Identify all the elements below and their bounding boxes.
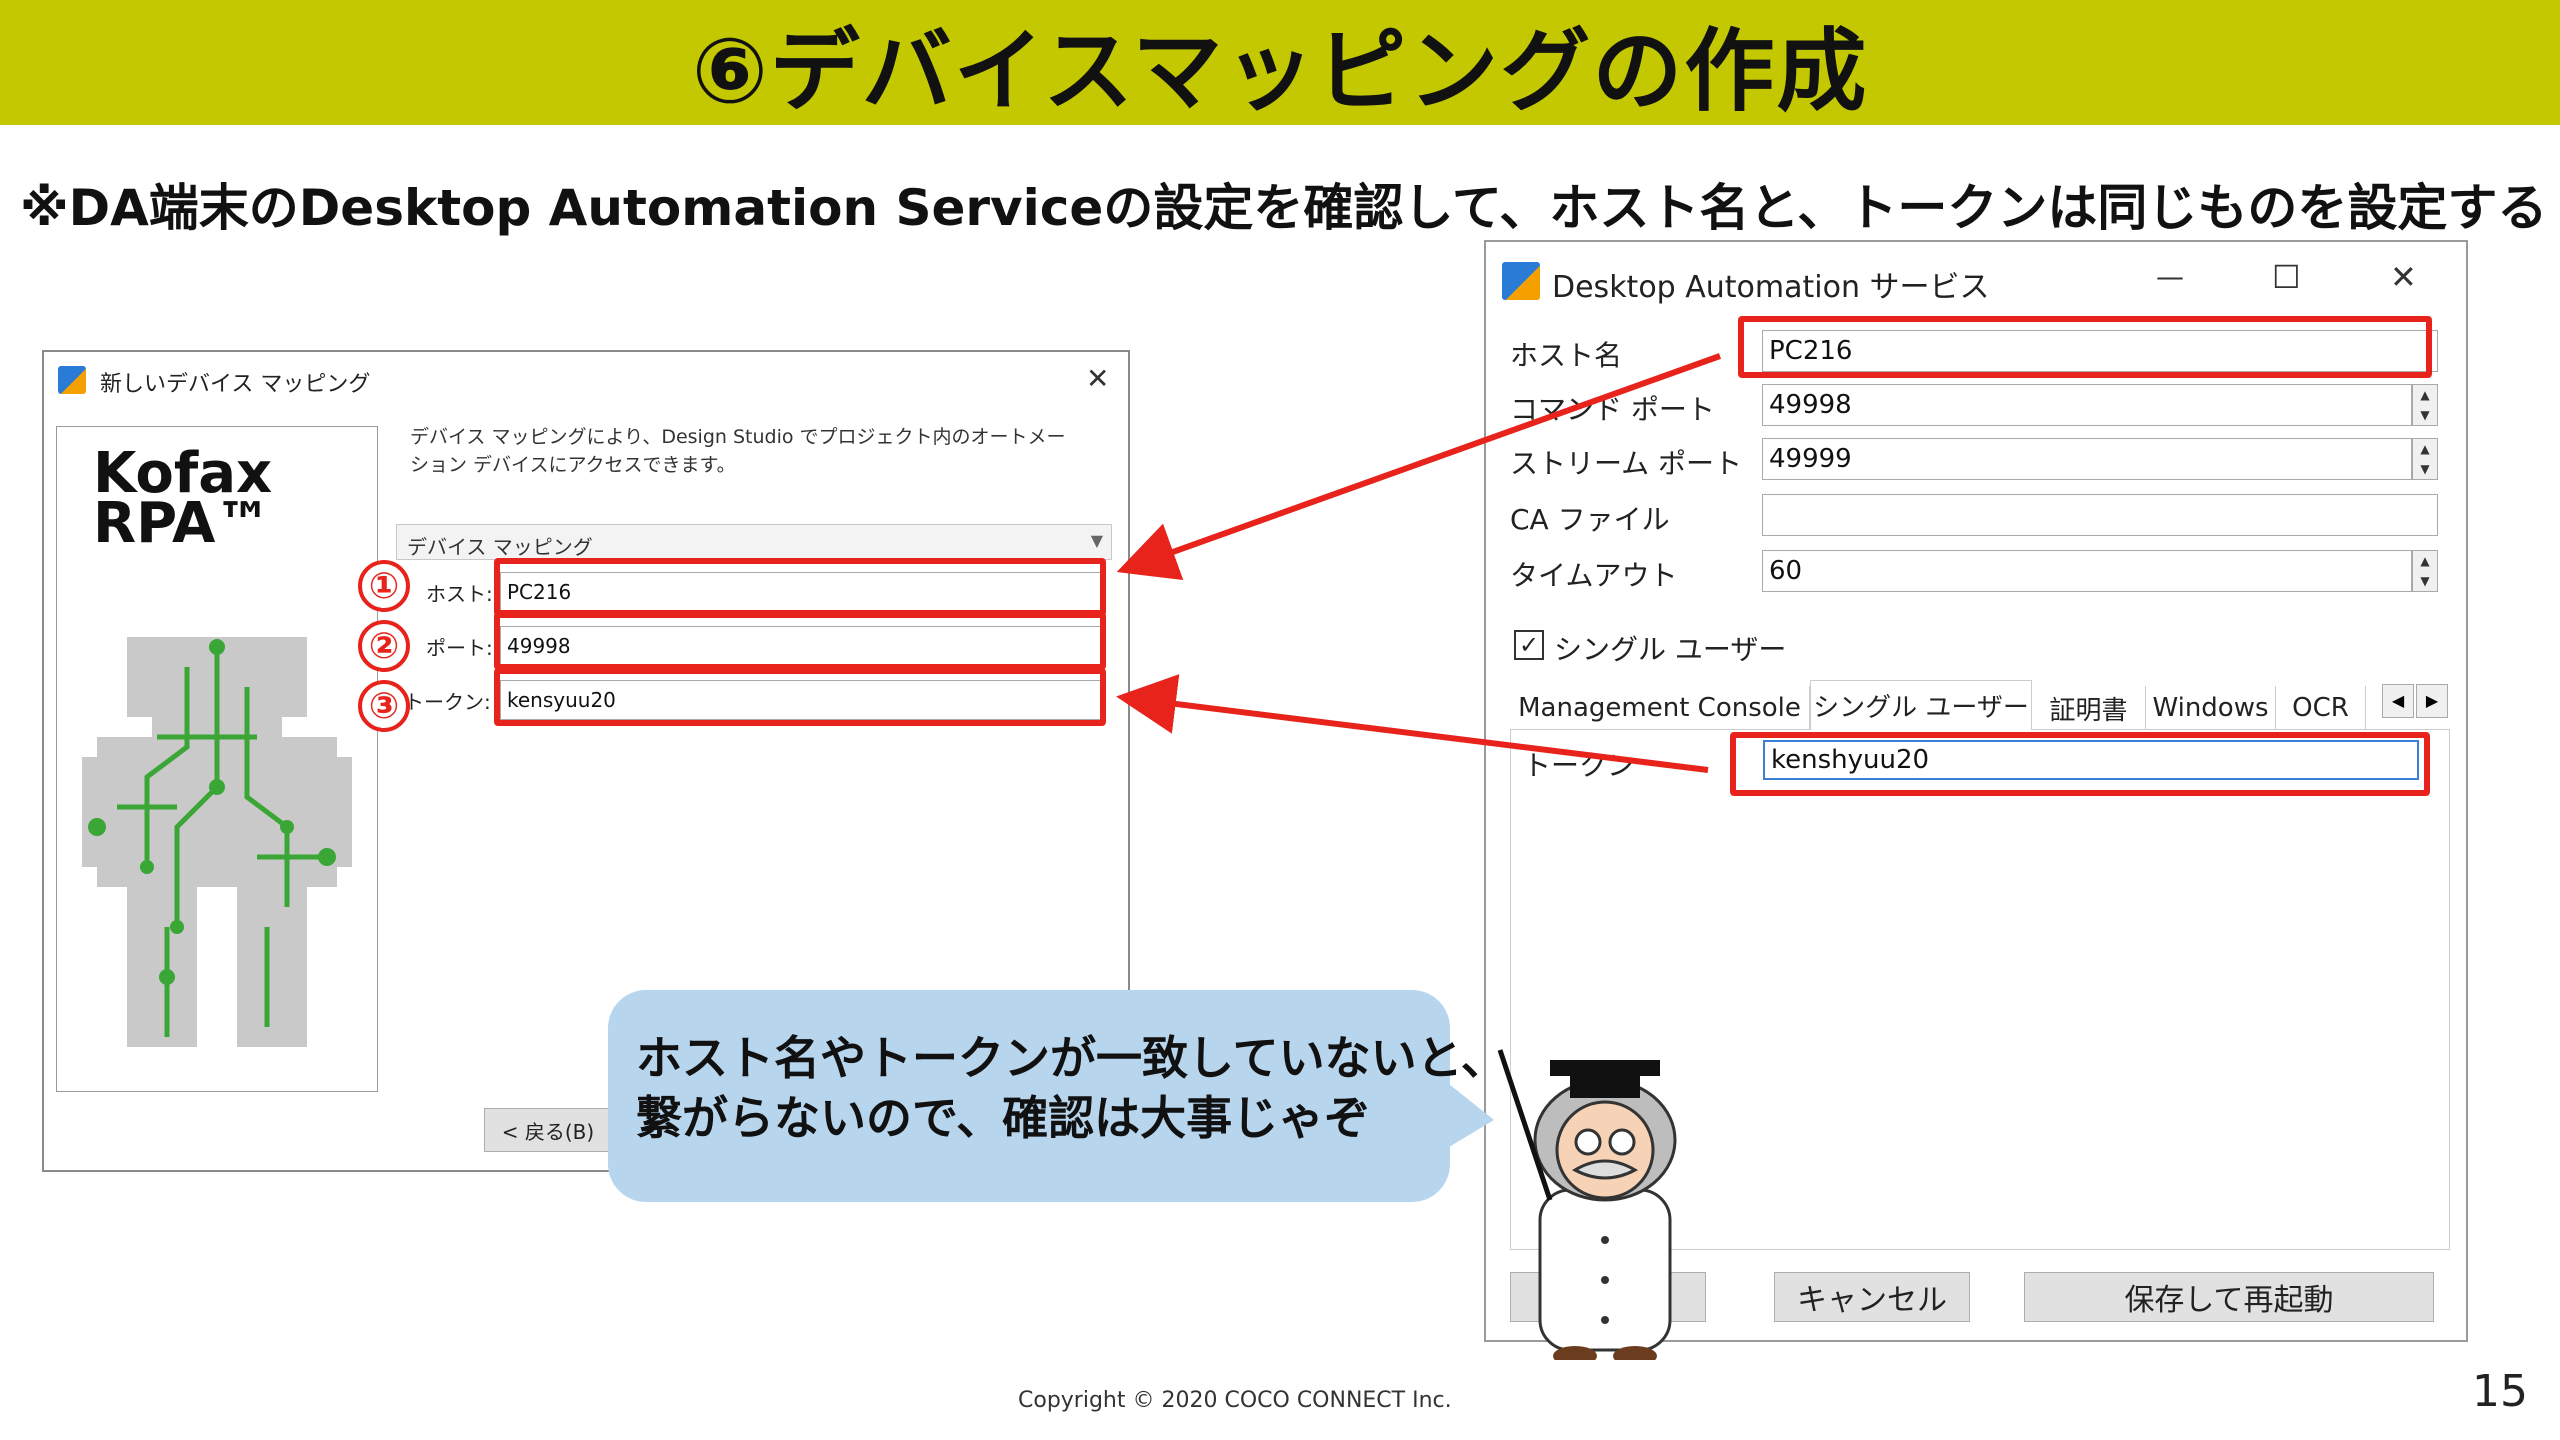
single-user-checkbox-label: シングル ユーザー — [1554, 633, 1787, 666]
step-number-2: ② — [358, 620, 410, 672]
tab-windows[interactable]: Windows — [2146, 686, 2276, 730]
dialog-description-line2: ション デバイスにアクセスできます。 — [410, 454, 736, 476]
highlight-token-right — [1730, 732, 2430, 796]
dialog-title: 新しいデバイス マッピング — [100, 372, 371, 397]
dialog-description-line1: デバイス マッピングにより、Design Studio でプロジェクト内のオート… — [410, 426, 1066, 448]
close-icon[interactable]: ✕ — [1086, 362, 1109, 395]
device-mapping-dropdown[interactable]: デバイス マッピング ▼ — [396, 524, 1112, 560]
slide-subtitle: ※DA端末のDesktop Automation Serviceの設定を確認して… — [20, 179, 2548, 237]
step-number-3: ③ — [358, 680, 410, 732]
command-port-spinner[interactable]: ▲ ▼ — [2412, 384, 2438, 426]
robot-illustration — [82, 637, 352, 1047]
copyright: Copyright © 2020 COCO CONNECT Inc. — [1018, 1388, 1452, 1413]
stream-port-input[interactable]: 49999 — [1762, 438, 2412, 480]
single-user-checkbox[interactable]: ✓ — [1514, 630, 1544, 660]
tab-certificate[interactable]: 証明書 — [2032, 686, 2146, 730]
save-and-restart-button[interactable]: 保存して再起動 — [2024, 1272, 2434, 1322]
bubble-line1: ホスト名やトークンが一致していないと、 — [636, 1031, 1507, 1085]
step-number-1: ① — [358, 560, 410, 612]
maximize-icon[interactable]: ☐ — [2272, 258, 2301, 296]
port-label: ポート: — [426, 636, 493, 660]
ca-file-input[interactable] — [1762, 494, 2438, 536]
host-label: ホスト: — [426, 582, 493, 606]
highlight-host-right — [1738, 316, 2432, 378]
token-label: トークン: — [404, 690, 491, 714]
tab-management-console[interactable]: Management Console — [1510, 686, 1810, 730]
slide: ⑥デバイスマッピングの作成 ※DA端末のDesktop Automation S… — [0, 0, 2560, 1440]
tab-strip: Management Console シングル ユーザー 証明書 Windows… — [1510, 680, 2450, 730]
tab-single-user[interactable]: シングル ユーザー — [1810, 680, 2032, 730]
dropdown-label: デバイス マッピング — [407, 535, 593, 559]
chevron-left-icon[interactable]: ◀ — [2382, 684, 2414, 718]
command-port-label: コマンド ポート — [1510, 393, 1715, 426]
highlight-host-left — [494, 558, 1106, 616]
stream-port-spinner[interactable]: ▲ ▼ — [2412, 438, 2438, 480]
timeout-spinner[interactable]: ▲ ▼ — [2412, 550, 2438, 592]
bubble-text: ホスト名やトークンが一致していないと、 繋がらないので、確認は大事じゃぞ — [636, 1028, 1507, 1148]
host-name-label: ホスト名 — [1510, 339, 1623, 372]
cancel-button[interactable]: キャンセル — [1774, 1272, 1970, 1322]
back-button[interactable]: < 戻る(B) — [484, 1108, 612, 1152]
rpa-logo-text: RPA™ — [93, 491, 272, 556]
highlight-port-left — [494, 612, 1106, 670]
app-icon — [1502, 262, 1540, 300]
header-band: ⑥デバイスマッピングの作成 — [0, 0, 2560, 125]
token-label: トークン — [1523, 749, 1636, 782]
professor-illustration — [1497, 1049, 1677, 1360]
ca-file-label: CA ファイル — [1510, 503, 1670, 536]
stream-port-label: ストリーム ポート — [1510, 447, 1743, 480]
highlight-token-left — [494, 668, 1106, 726]
command-port-input[interactable]: 49998 — [1762, 384, 2412, 426]
bubble-line2: 繋がらないので、確認は大事じゃぞ — [636, 1091, 1371, 1145]
close-icon[interactable]: ✕ — [2390, 258, 2417, 296]
logo-panel: Kofax RPA™ — [56, 426, 378, 1092]
chevron-down-icon: ▼ — [1090, 531, 1103, 550]
dialog-title: Desktop Automation サービス — [1552, 270, 1990, 305]
timeout-label: タイムアウト — [1510, 559, 1678, 592]
minimize-icon[interactable]: — — [2156, 260, 2184, 293]
chevron-right-icon[interactable]: ▶ — [2416, 684, 2448, 718]
slide-title: ⑥デバイスマッピングの作成 — [691, 18, 1869, 124]
app-icon — [58, 366, 86, 394]
page-number: 15 — [2472, 1366, 2528, 1417]
tab-ocr[interactable]: OCR — [2276, 686, 2366, 730]
timeout-input[interactable]: 60 — [1762, 550, 2412, 592]
